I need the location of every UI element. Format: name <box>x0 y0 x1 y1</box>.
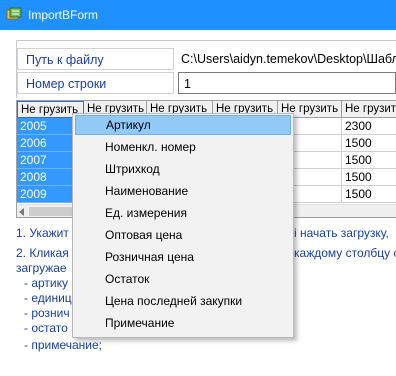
window-title: ImportBForm <box>28 8 99 22</box>
grid-cell[interactable]: 2005 <box>17 118 75 135</box>
menu-item-note[interactable]: Примечание <box>75 313 291 333</box>
instruction-line: - рознич <box>24 306 70 320</box>
instruction-line: загружае <box>16 261 67 275</box>
menu-item-retail-price[interactable]: Розничная цена <box>75 247 291 267</box>
grid-cell[interactable]: 2008 <box>17 169 75 186</box>
column-header-6[interactable]: Не грузить <box>342 101 396 118</box>
instruction-line: 1. Укажит <box>16 226 69 240</box>
instruction-line: - остато <box>24 321 68 335</box>
grid-cell[interactable] <box>294 118 342 135</box>
grid-cell[interactable]: 2006 <box>17 135 75 152</box>
grid-cell[interactable]: 2009 <box>17 186 75 203</box>
instruction-line: - единиц <box>24 291 72 305</box>
file-path-label: Путь к файлу <box>17 48 174 70</box>
instruction-line: 2. Кликая <box>16 246 69 260</box>
grid-cell[interactable]: 1500 <box>342 152 396 169</box>
menu-item-article[interactable]: Артикул <box>75 115 291 135</box>
grid-cell[interactable] <box>294 152 342 169</box>
menu-item-last-purchase-price[interactable]: Цена последней закупки <box>75 291 291 311</box>
grid-cell[interactable] <box>294 169 342 186</box>
grid-cell[interactable]: 2300 <box>342 118 396 135</box>
menu-item-unit[interactable]: Ед. измерения <box>75 203 291 223</box>
column-type-context-menu: Артикул Номенкл. номер Штрихкод Наименов… <box>72 113 294 338</box>
grid-cell[interactable]: 2007 <box>17 152 75 169</box>
grid-cell[interactable]: 1500 <box>342 135 396 152</box>
instruction-line: каждому столбцу со <box>294 246 396 260</box>
file-path-field[interactable]: C:\Users\aidyn.temekov\Desktop\Шаблон <box>176 48 396 70</box>
instruction-line: - артику <box>24 276 68 290</box>
instruction-line: і начать загрузку, <box>294 226 389 240</box>
title-bar: ImportBForm <box>0 0 396 30</box>
app-icon <box>6 7 22 20</box>
grid-cell[interactable] <box>294 186 342 203</box>
grid-cell[interactable] <box>294 135 342 152</box>
menu-item-name[interactable]: Наименование <box>75 181 291 201</box>
row-number-label: Номер строки <box>17 72 174 94</box>
menu-item-stock[interactable]: Остаток <box>75 269 291 289</box>
scroll-left-arrow-icon[interactable] <box>19 208 24 216</box>
grid-cell[interactable]: 1500 <box>342 186 396 203</box>
menu-item-wholesale-price[interactable]: Оптовая цена <box>75 225 291 245</box>
menu-item-nomenclature-number[interactable]: Номенкл. номер <box>75 137 291 157</box>
row-number-input[interactable]: 1 <box>178 72 396 94</box>
menu-item-barcode[interactable]: Штрихкод <box>75 159 291 179</box>
instruction-line: - примечание; <box>24 338 102 352</box>
grid-cell[interactable]: 1500 <box>342 169 396 186</box>
